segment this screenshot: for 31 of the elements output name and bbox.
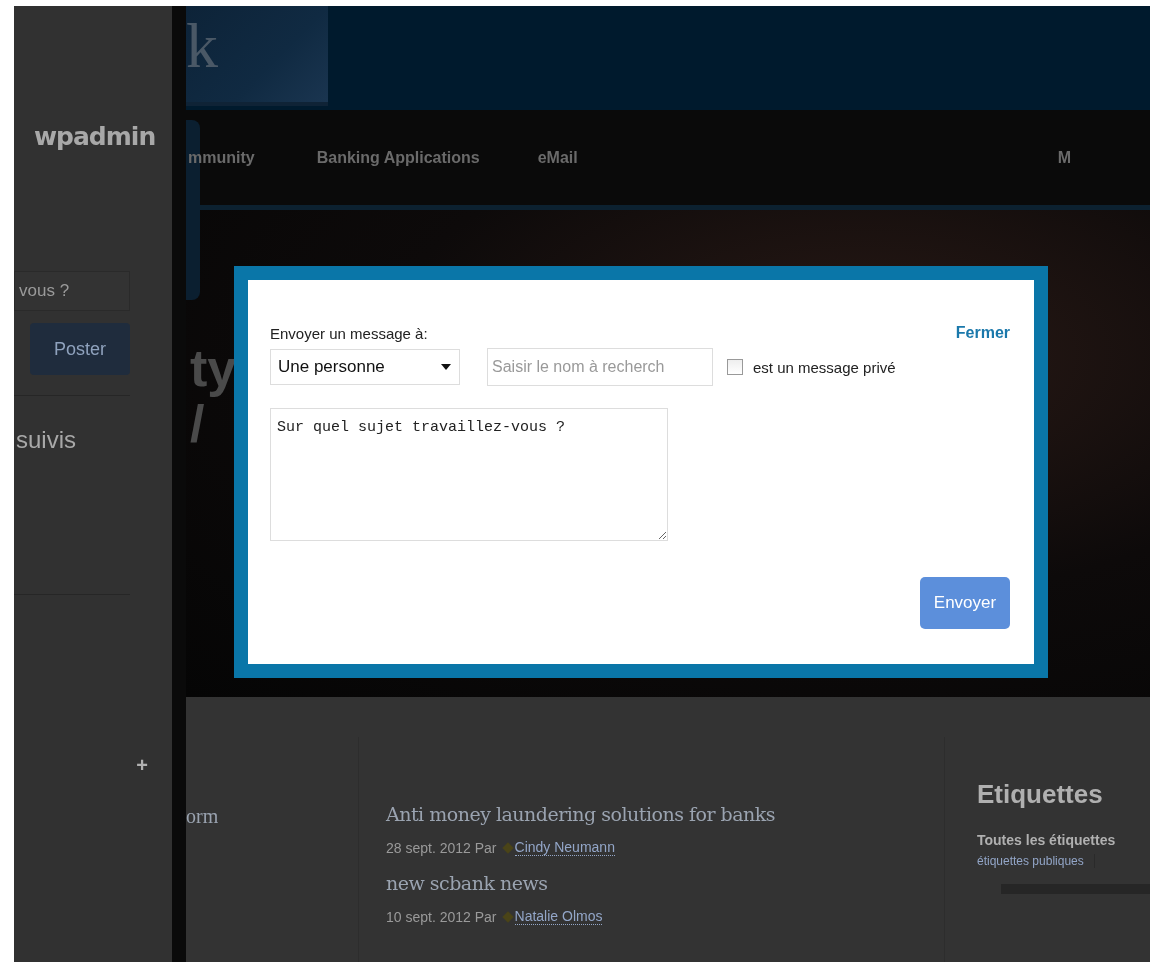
recipient-select[interactable]: Une personne [270, 349, 460, 385]
post-button[interactable]: Poster [30, 323, 130, 375]
tags-subheading: Toutes les étiquettes [977, 832, 1117, 848]
nav-link[interactable]: Banking Applications [316, 148, 480, 167]
hero-text: ty [190, 340, 237, 396]
nav-link[interactable]: M [1057, 148, 1071, 167]
status-field[interactable]: vous ? [14, 271, 130, 311]
nav-link[interactable]: eMail [537, 148, 578, 167]
post-meta: 10 sept. 2012 Par [386, 908, 497, 925]
tags-link[interactable]: étiquettes publiques [977, 854, 1095, 868]
nav-link[interactable]: mmunity [188, 148, 255, 167]
close-link[interactable]: Fermer [955, 324, 1010, 342]
add-button[interactable]: + [136, 755, 148, 775]
caret-icon [441, 364, 451, 370]
following-heading: suivis [16, 426, 77, 454]
author-link[interactable]: Cindy Neumann [514, 839, 615, 856]
post-meta: 28 sept. 2012 Par [386, 839, 497, 856]
message-field[interactable]: Sur quel sujet travaillez-vous ? [270, 408, 668, 541]
private-checkbox[interactable] [727, 359, 743, 375]
hero-text: / [190, 396, 205, 452]
name-field[interactable]: Saisir le nom à recherch [487, 348, 713, 386]
user-name: wpadmin [34, 122, 157, 151]
checkbox-label: est un message privé [753, 358, 896, 376]
post-title[interactable]: Anti money laundering solutions for banks [386, 803, 944, 825]
author-link[interactable]: Natalie Olmos [514, 908, 603, 925]
post-title[interactable]: new scbank news [386, 872, 944, 894]
logo: k [186, 6, 328, 106]
dialog-title: Envoyer un message à: [270, 325, 428, 342]
send-button[interactable]: Envoyer [920, 577, 1010, 629]
post-title[interactable]: orm [186, 805, 358, 828]
tags-heading: Etiquettes [977, 779, 1104, 810]
